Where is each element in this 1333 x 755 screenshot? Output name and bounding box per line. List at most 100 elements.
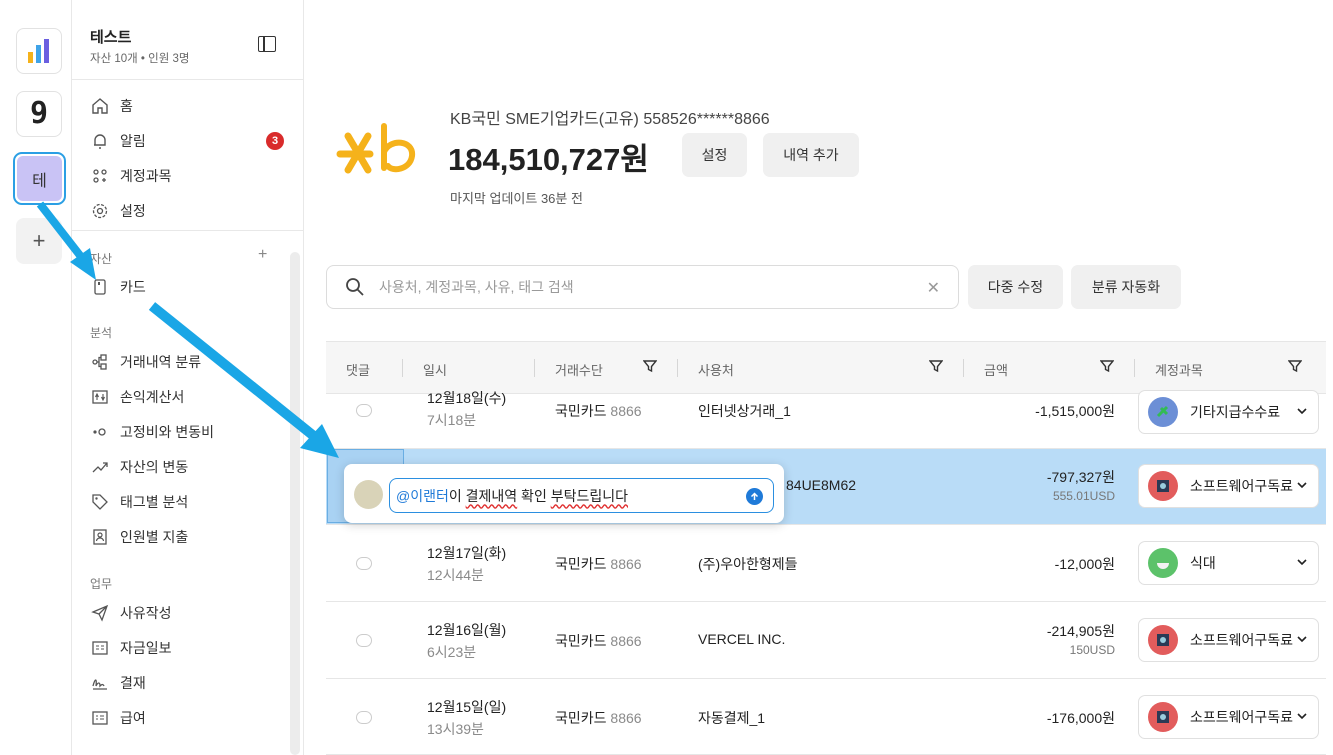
sidebar-item-payroll[interactable]: 급여 <box>90 705 290 731</box>
workspace-chart-app[interactable] <box>16 28 62 74</box>
assets-section-header: 자산 <box>90 252 113 266</box>
column-date[interactable]: 일시 <box>423 360 447 379</box>
table-header: 댓글 일시 거래수단 사용처 금액 계정과목 <box>326 341 1326 394</box>
card-icon <box>90 277 110 297</box>
filter-icon[interactable] <box>929 359 943 373</box>
sidebar-item-fixed-variable[interactable]: 고정비와 변동비 <box>90 419 290 445</box>
date-cell: 12월18일(수) 7시18분 <box>427 390 507 428</box>
table-row[interactable]: 12월17일(화) 12시44분 국민카드 8866 (주)우아한형제들 -12… <box>326 525 1326 602</box>
send-icon <box>90 603 110 623</box>
sidebar-item-pnl[interactable]: 손익계산서 <box>90 384 290 410</box>
filter-icon[interactable] <box>1288 359 1302 373</box>
column-separator <box>402 359 403 377</box>
workspace-test-glyph: 테 <box>17 156 62 201</box>
sidebar-item-asset-change[interactable]: 자산의 변동 <box>90 454 290 480</box>
column-merchant[interactable]: 사용처 <box>698 360 734 379</box>
comment-icon[interactable] <box>356 634 372 647</box>
table-row[interactable]: 12월18일(수) 7시18분 국민카드 8866 인터넷상거래_1 -1,51… <box>326 390 1326 449</box>
add-entry-button[interactable]: 내역 추가 <box>763 133 859 177</box>
amount-cell: -176,000원 <box>1046 710 1115 726</box>
amount-cell: -12,000원 <box>1054 556 1115 572</box>
clear-search-icon[interactable]: ✕ <box>927 278 940 298</box>
table-row[interactable]: 12월15일(일) 13시39분 국민카드 8866 자동결제_1 -176,0… <box>326 679 1326 755</box>
search-icon <box>346 278 364 296</box>
org-title: 테스트 <box>90 29 132 46</box>
sidebar-item-reason-write[interactable]: 사유작성 <box>90 600 290 626</box>
merchant-cell: 인터넷상거래_1 <box>698 403 791 419</box>
account-select[interactable]: 소프트웨어구독료 <box>1138 695 1319 739</box>
sidebar-item-home[interactable]: 홈 <box>90 93 290 119</box>
account-select[interactable]: 소프트웨어구독료 <box>1138 464 1319 508</box>
sidebar-item-label: 홈 <box>120 98 133 114</box>
workspace-rail: 9 테 + <box>0 0 72 755</box>
column-amount[interactable]: 금액 <box>984 360 1008 379</box>
column-separator <box>1134 359 1135 377</box>
comment-icon[interactable] <box>356 404 372 417</box>
comment-icon[interactable] <box>356 711 372 724</box>
sidebar-item-label: 자금일보 <box>120 640 172 656</box>
column-account[interactable]: 계정과목 <box>1155 360 1203 379</box>
sidebar-item-person-spending[interactable]: 인원별 지출 <box>90 524 290 550</box>
person-icon <box>90 527 110 547</box>
multi-edit-button[interactable]: 다중 수정 <box>968 265 1063 309</box>
send-comment-button[interactable] <box>746 488 763 505</box>
search-bar[interactable]: 사용처, 계정과목, 사유, 태그 검색 ✕ <box>326 265 959 309</box>
report-icon <box>90 638 110 658</box>
sidebar-item-label: 설정 <box>120 203 146 219</box>
sidebar-item-label: 태그별 분석 <box>120 494 189 510</box>
column-comment[interactable]: 댓글 <box>346 360 370 379</box>
account-select[interactable]: 기타지급수수료 <box>1138 390 1319 434</box>
sidebar-item-tag-analysis[interactable]: 태그별 분석 <box>90 489 290 515</box>
account-select[interactable]: 소프트웨어구독료 <box>1138 618 1319 662</box>
column-method[interactable]: 거래수단 <box>555 360 603 379</box>
home-icon <box>90 96 110 116</box>
comment-input[interactable]: @이랜터 이 결제내역 확인 부탁드립니다 <box>389 478 774 513</box>
column-separator <box>677 359 678 377</box>
add-asset-button[interactable]: + <box>258 246 267 264</box>
software-category-icon <box>1148 625 1178 655</box>
fee-category-icon <box>1148 397 1178 427</box>
alerts-count-badge: 3 <box>266 132 284 150</box>
sidebar: 테스트 자산 10개 • 인원 3명 홈 알림 3 계정과목 설정 자산 + 카… <box>72 0 304 755</box>
comment-icon[interactable] <box>356 557 372 570</box>
org-subtitle: 자산 10개 • 인원 3명 <box>90 53 190 65</box>
merchant-cell: (주)우아한형제들 <box>698 556 798 572</box>
meal-category-icon <box>1148 548 1178 578</box>
divider <box>72 79 304 80</box>
comment-text: 이 결제내역 확인 부탁드립니다 <box>448 487 628 504</box>
amount-cell: -214,905원 150USD <box>1046 623 1115 657</box>
card-balance: 184,510,727원 <box>448 142 649 177</box>
sidebar-item-approval[interactable]: 결재 <box>90 670 290 696</box>
table-row[interactable]: 12월16일(월) 6시23분 국민카드 8866 VERCEL INC. -2… <box>326 602 1326 679</box>
auto-classify-button[interactable]: 분류 자동화 <box>1071 265 1181 309</box>
trend-icon <box>90 457 110 477</box>
search-input[interactable]: 사용처, 계정과목, 사유, 태그 검색 <box>379 277 574 297</box>
sidebar-item-tx-classify[interactable]: 거래내역 분류 <box>90 349 290 375</box>
amount-cell: -1,515,000원 <box>1035 403 1115 419</box>
app-window: 9 테 + 테스트 자산 10개 • 인원 3명 홈 알림 3 계정과목 설정 <box>0 0 1333 755</box>
dots-icon <box>90 422 110 442</box>
sidebar-item-settings[interactable]: 설정 <box>90 198 290 224</box>
sidebar-item-label: 인원별 지출 <box>120 529 189 545</box>
filter-icon[interactable] <box>643 359 657 373</box>
date-cell: 12월15일(일) 13시39분 <box>427 699 507 737</box>
sidebar-item-card[interactable]: 카드 <box>90 274 290 300</box>
software-category-icon <box>1148 471 1178 501</box>
sidebar-item-daily-funds[interactable]: 자금일보 <box>90 635 290 661</box>
sidebar-scrollbar[interactable] <box>290 252 300 755</box>
sidebar-item-alerts[interactable]: 알림 3 <box>90 128 290 154</box>
toggle-sidebar-icon[interactable] <box>258 36 276 52</box>
account-select[interactable]: 식대 <box>1138 541 1319 585</box>
add-workspace-button[interactable]: + <box>16 218 62 264</box>
bar-chart-icon <box>28 39 49 63</box>
chevron-down-icon <box>1297 408 1307 415</box>
sidebar-item-accounts[interactable]: 계정과목 <box>90 163 290 189</box>
plus-icon: + <box>32 228 46 253</box>
workspace-test[interactable]: 테 <box>13 152 66 205</box>
card-settings-button[interactable]: 설정 <box>682 133 747 177</box>
method-cell: 국민카드 8866 <box>555 556 642 572</box>
sidebar-item-label: 계정과목 <box>120 168 172 184</box>
filter-icon[interactable] <box>1100 359 1114 373</box>
workspace-g-app[interactable]: 9 <box>16 91 62 137</box>
arrow-up-icon <box>750 492 759 500</box>
